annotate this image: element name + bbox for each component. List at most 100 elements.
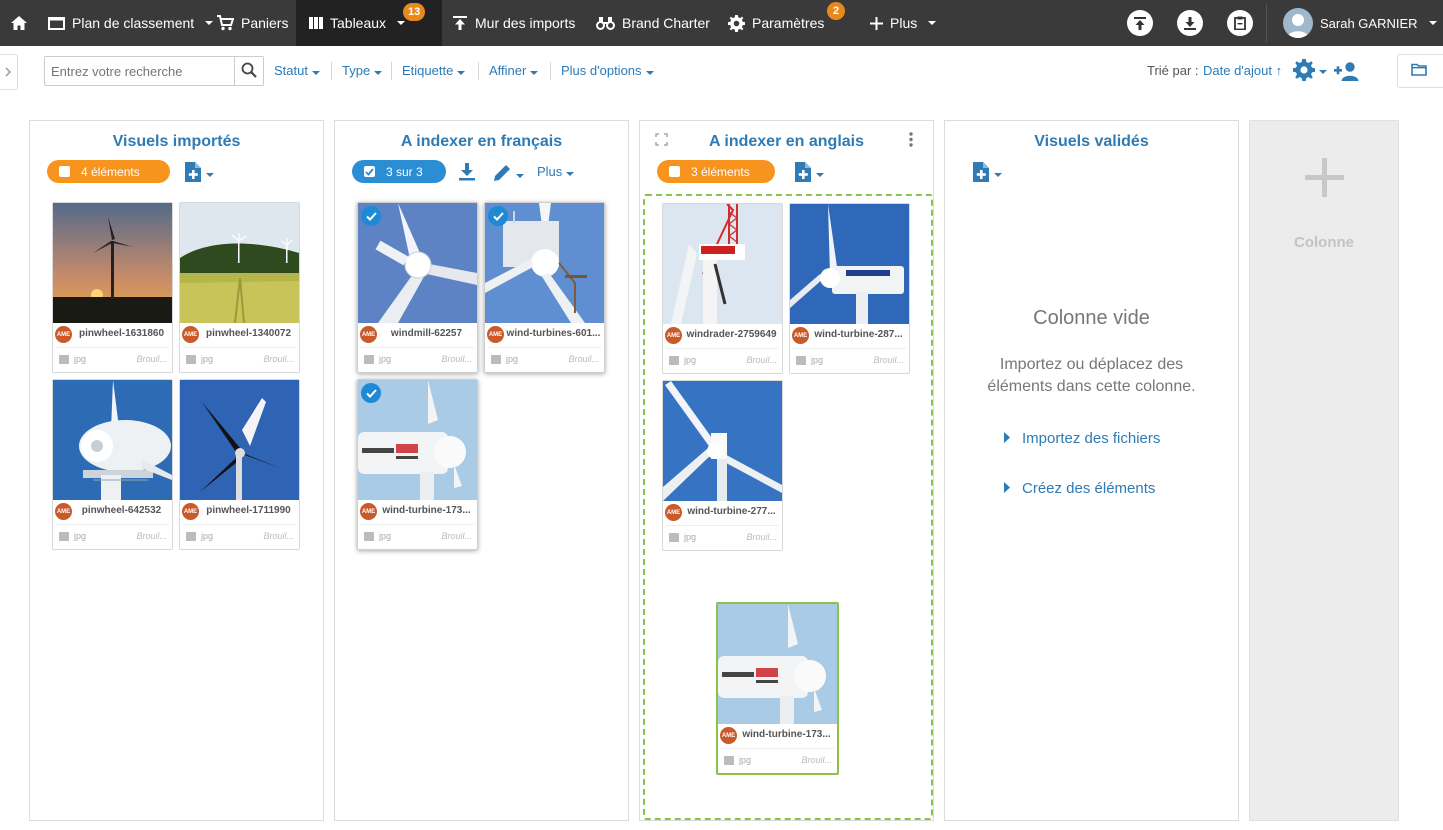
clipboard-button[interactable]: [1227, 10, 1253, 36]
search-icon: [241, 62, 257, 81]
checkbox-checked[interactable]: [364, 166, 375, 177]
clipboard-icon: [1234, 16, 1246, 30]
asset-name: wind-turbine-173...: [742, 729, 831, 740]
upload-icon: [452, 15, 468, 31]
asset-type: jpg: [201, 531, 214, 541]
avatar: AME: [182, 326, 199, 343]
add-element-button[interactable]: [184, 161, 214, 188]
top-navbar: Plan de classement Paniers Tableaux 13 M…: [0, 0, 1443, 46]
sidebar-toggle-button[interactable]: [0, 54, 18, 90]
check-icon[interactable]: [361, 383, 381, 403]
asset-status: Brouil...: [263, 354, 294, 364]
asset-thumbnail: [663, 204, 782, 324]
divider: [793, 348, 906, 349]
download-button[interactable]: [458, 163, 476, 186]
add-element-button[interactable]: [794, 161, 824, 188]
filter-plus-options[interactable]: Plus d'options: [561, 63, 654, 78]
more-actions-button[interactable]: Plus: [537, 164, 575, 179]
divider: [56, 347, 169, 348]
check-icon[interactable]: [488, 206, 508, 226]
user-menu[interactable]: Sarah GARNIER: [1283, 0, 1437, 46]
nav-plus[interactable]: Plus: [870, 0, 937, 46]
add-element-button[interactable]: [972, 161, 1002, 188]
asset-card[interactable]: AME pinwheel-1340072 jpg Brouil...: [179, 202, 300, 373]
nav-plan-de-classement[interactable]: Plan de classement: [48, 0, 214, 46]
select-all-pill[interactable]: 3 sur 3: [352, 160, 446, 183]
asset-card[interactable]: AME wind-turbine-277... jpg Brouil...: [662, 380, 783, 551]
asset-card[interactable]: AME pinwheel-1631860 jpg Brouil...: [52, 202, 173, 373]
filter-bar: Statut Type Etiquette Affiner Plus d'opt…: [0, 46, 1443, 96]
upload-button[interactable]: [1127, 10, 1153, 36]
download-button[interactable]: [1177, 10, 1203, 36]
divider: [488, 347, 601, 348]
asset-type: jpg: [74, 531, 87, 541]
asset-type: jpg: [739, 755, 752, 765]
nav-brand-charter[interactable]: Brand Charter: [596, 0, 710, 46]
asset-card-selected[interactable]: AME windmill-62257 jpg Brouil...: [357, 202, 478, 373]
select-all-pill[interactable]: 4 éléments: [47, 160, 170, 183]
nav-parametres[interactable]: Paramètres: [728, 0, 824, 46]
import-files-link[interactable]: Importez des fichiers: [1003, 430, 1160, 447]
checkbox[interactable]: [669, 166, 680, 177]
chevron-right-icon: [4, 65, 11, 80]
asset-status: Brouil...: [441, 531, 472, 541]
column-menu-button[interactable]: [909, 132, 913, 152]
asset-card[interactable]: AME wind-turbine-287... jpg Brouil...: [789, 203, 910, 374]
nav-paniers-label: Paniers: [241, 15, 289, 31]
create-elements-link[interactable]: Créez des éléments: [1003, 480, 1155, 497]
add-user-button[interactable]: [1334, 61, 1360, 84]
folder-icon: [48, 16, 65, 30]
home-button[interactable]: [10, 0, 28, 46]
asset-status: Brouil...: [873, 355, 904, 365]
chevron-down-icon: [566, 172, 575, 176]
asset-name: windrader-2759649: [686, 329, 777, 340]
select-all-pill[interactable]: 3 éléments: [657, 160, 775, 183]
settings-menu-button[interactable]: [1293, 59, 1327, 84]
asset-name: pinwheel-1711990: [206, 505, 291, 516]
gear-icon: [728, 14, 745, 32]
avatar: AME: [55, 503, 72, 520]
avatar: AME: [720, 727, 737, 744]
user-name: Sarah GARNIER: [1320, 15, 1418, 31]
nav-paniers[interactable]: Paniers: [216, 0, 288, 46]
sort-value[interactable]: Date d'ajout ↑: [1203, 63, 1282, 78]
asset-type: jpg: [811, 355, 824, 365]
dragged-asset-card[interactable]: AME wind-turbine-173... jpg Brouil...: [716, 602, 839, 775]
image-icon: [724, 756, 734, 765]
search-input[interactable]: [45, 57, 235, 85]
filter-type[interactable]: Type: [342, 63, 383, 78]
filter-statut[interactable]: Statut: [274, 63, 320, 78]
nav-tableaux-label: Tableaux: [330, 15, 387, 31]
filter-options-label: Plus d'options: [561, 63, 642, 78]
chevron-down-icon: [205, 21, 214, 25]
chevron-down-icon: [374, 71, 383, 75]
asset-card[interactable]: AME pinwheel-642532 jpg Brouil...: [52, 379, 173, 550]
search-button[interactable]: [234, 57, 263, 85]
divider: [391, 62, 392, 80]
folder-panel-button[interactable]: [1397, 54, 1443, 88]
asset-card[interactable]: AME windrader-2759649 jpg Brouil...: [662, 203, 783, 374]
asset-name: wind-turbine-173...: [382, 505, 471, 516]
asset-card[interactable]: AME pinwheel-1711990 jpg Brouil...: [179, 379, 300, 550]
filter-affiner[interactable]: Affiner: [489, 63, 539, 78]
asset-status: Brouil...: [568, 354, 599, 364]
add-column-label: Colonne: [1294, 234, 1354, 251]
asset-thumbnail: [180, 203, 299, 323]
add-column-button[interactable]: Colonne: [1249, 120, 1399, 821]
filter-etiquette[interactable]: Etiquette: [402, 63, 466, 78]
asset-card-selected[interactable]: AME wind-turbines-601... jpg Brouil...: [484, 202, 605, 373]
caret-right-icon: [1003, 480, 1010, 497]
divider: [56, 524, 169, 525]
avatar: AME: [665, 504, 682, 521]
nav-mur-des-imports[interactable]: Mur des imports: [452, 0, 575, 46]
folder-icon: [1411, 63, 1427, 79]
checkbox[interactable]: [59, 166, 70, 177]
edit-menu-button[interactable]: [492, 163, 524, 188]
asset-name: pinwheel-1340072: [205, 328, 292, 339]
divider: [721, 748, 834, 749]
check-icon[interactable]: [361, 206, 381, 226]
avatar: AME: [182, 503, 199, 520]
import-files-label: Importez des fichiers: [1022, 430, 1161, 447]
asset-thumbnail: [718, 604, 837, 724]
asset-card-selected[interactable]: AME wind-turbine-173... jpg Brouil...: [357, 379, 478, 550]
